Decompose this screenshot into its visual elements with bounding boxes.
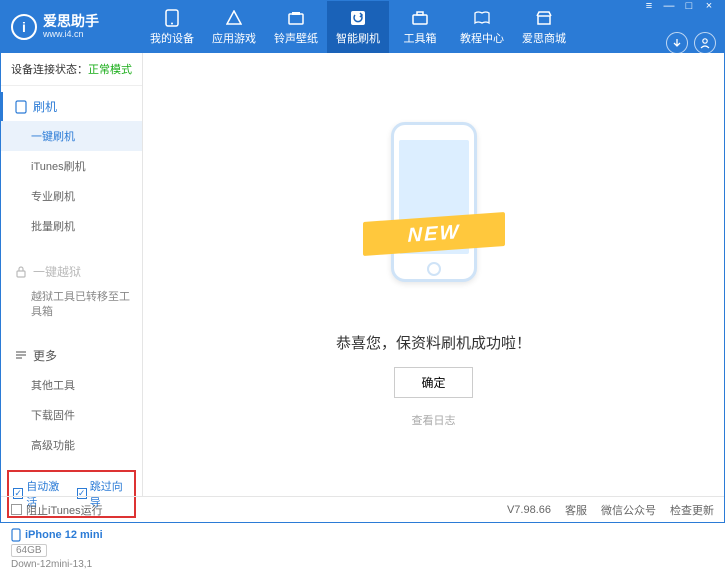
phone-icon — [163, 9, 181, 27]
app-window: i 爱思助手 www.i4.cn 我的设备 应用游戏 铃声壁纸 智能刷机 — [0, 0, 725, 523]
sidebar-group-more: 更多 其他工具 下载固件 高级功能 — [1, 335, 142, 466]
conn-label: 设备连接状态： — [11, 64, 88, 76]
phone-icon — [15, 100, 27, 114]
account-button[interactable] — [694, 32, 716, 54]
group-title: 更多 — [33, 347, 57, 364]
support-link[interactable]: 客服 — [565, 502, 587, 518]
ok-button[interactable]: 确定 — [394, 367, 472, 398]
window-controls: ≡ — □ × — [642, 0, 716, 12]
main-content: NEW 恭喜您，保资料刷机成功啦！ 确定 查看日志 — [143, 53, 724, 496]
minimize-button[interactable]: — — [662, 0, 676, 12]
nav-label: 教程中心 — [460, 30, 504, 46]
brand-name: 爱思助手 — [43, 14, 99, 29]
top-nav: 我的设备 应用游戏 铃声壁纸 智能刷机 工具箱 教程中心 — [141, 1, 642, 53]
nav-store[interactable]: 爱思商城 — [513, 1, 575, 53]
title-right: ≡ — □ × — [642, 0, 716, 54]
nav-ringtones[interactable]: 铃声壁纸 — [265, 1, 327, 53]
nav-label: 应用游戏 — [212, 30, 256, 46]
lock-icon — [15, 266, 27, 278]
wechat-link[interactable]: 微信公众号 — [601, 502, 656, 518]
download-button[interactable] — [666, 32, 688, 54]
jailbreak-note: 越狱工具已转移至工具箱 — [1, 286, 142, 325]
checkbox-icon — [11, 504, 22, 515]
sidebar-item-other-tools[interactable]: 其他工具 — [1, 370, 142, 400]
apps-icon — [225, 9, 243, 27]
title-bar: i 爱思助手 www.i4.cn 我的设备 应用游戏 铃声壁纸 智能刷机 — [1, 1, 724, 53]
nav-label: 铃声壁纸 — [274, 30, 318, 46]
nav-tutorials[interactable]: 教程中心 — [451, 1, 513, 53]
sidebar-item-download-fw[interactable]: 下载固件 — [1, 400, 142, 430]
sidebar-item-itunes-flash[interactable]: iTunes刷机 — [1, 151, 142, 181]
device-name-text: iPhone 12 mini — [25, 529, 103, 541]
checkbox-block-itunes[interactable]: 阻止iTunes运行 — [11, 502, 103, 518]
user-icon — [699, 37, 711, 49]
update-link[interactable]: 检查更新 — [670, 502, 714, 518]
wallpaper-icon — [287, 9, 305, 27]
sidebar-item-pro-flash[interactable]: 专业刷机 — [1, 181, 142, 211]
phone-icon — [11, 528, 21, 542]
device-info: iPhone 12 mini 64GB Down-12mini-13,1 — [1, 522, 142, 576]
group-title: 一键越狱 — [33, 263, 81, 280]
sidebar: 设备连接状态：正常模式 刷机 一键刷机 iTunes刷机 专业刷机 批量刷机 一… — [1, 53, 143, 496]
logo-area: i 爱思助手 www.i4.cn — [11, 14, 141, 40]
device-capacity: 64GB — [11, 544, 47, 557]
success-message: 恭喜您，保资料刷机成功啦！ — [336, 332, 531, 353]
group-title: 刷机 — [33, 98, 57, 115]
book-icon — [473, 9, 491, 27]
list-icon — [15, 350, 27, 360]
body: 设备连接状态：正常模式 刷机 一键刷机 iTunes刷机 专业刷机 批量刷机 一… — [1, 53, 724, 496]
nav-label: 爱思商城 — [522, 30, 566, 46]
brand-url: www.i4.cn — [43, 30, 99, 40]
nav-label: 智能刷机 — [336, 30, 380, 46]
sidebar-item-batch-flash[interactable]: 批量刷机 — [1, 211, 142, 241]
nav-label: 工具箱 — [404, 30, 437, 46]
connection-status: 设备连接状态：正常模式 — [1, 53, 142, 86]
nav-toolbox[interactable]: 工具箱 — [389, 1, 451, 53]
download-icon — [671, 37, 683, 49]
phone-illustration: NEW — [369, 122, 499, 302]
sidebar-header-flash[interactable]: 刷机 — [1, 92, 142, 121]
logo-icon: i — [11, 14, 37, 40]
store-icon — [535, 9, 553, 27]
close-button[interactable]: × — [702, 0, 716, 12]
conn-value: 正常模式 — [88, 64, 132, 76]
sidebar-header-jailbreak: 一键越狱 — [1, 257, 142, 286]
new-ribbon: NEW — [363, 212, 505, 256]
sidebar-group-flash: 刷机 一键刷机 iTunes刷机 专业刷机 批量刷机 — [1, 86, 142, 247]
menu-button[interactable]: ≡ — [642, 0, 656, 12]
nav-my-device[interactable]: 我的设备 — [141, 1, 203, 53]
toolbox-icon — [411, 9, 429, 27]
maximize-button[interactable]: □ — [682, 0, 696, 12]
view-log-link[interactable]: 查看日志 — [412, 412, 456, 428]
checkbox-label: 阻止iTunes运行 — [26, 502, 103, 518]
flash-icon — [349, 9, 367, 27]
device-firmware: Down-12mini-13,1 — [11, 559, 132, 570]
status-right: V7.98.66 客服 微信公众号 检查更新 — [507, 502, 714, 518]
sidebar-group-jailbreak: 一键越狱 越狱工具已转移至工具箱 — [1, 251, 142, 331]
nav-apps[interactable]: 应用游戏 — [203, 1, 265, 53]
sidebar-item-oneclick-flash[interactable]: 一键刷机 — [1, 121, 142, 151]
sidebar-header-more[interactable]: 更多 — [1, 341, 142, 370]
status-bar: 阻止iTunes运行 V7.98.66 客服 微信公众号 检查更新 — [1, 496, 724, 522]
nav-flash[interactable]: 智能刷机 — [327, 1, 389, 53]
device-name[interactable]: iPhone 12 mini — [11, 528, 132, 542]
version-label: V7.98.66 — [507, 504, 551, 516]
sidebar-item-advanced[interactable]: 高级功能 — [1, 430, 142, 460]
nav-label: 我的设备 — [150, 30, 194, 46]
